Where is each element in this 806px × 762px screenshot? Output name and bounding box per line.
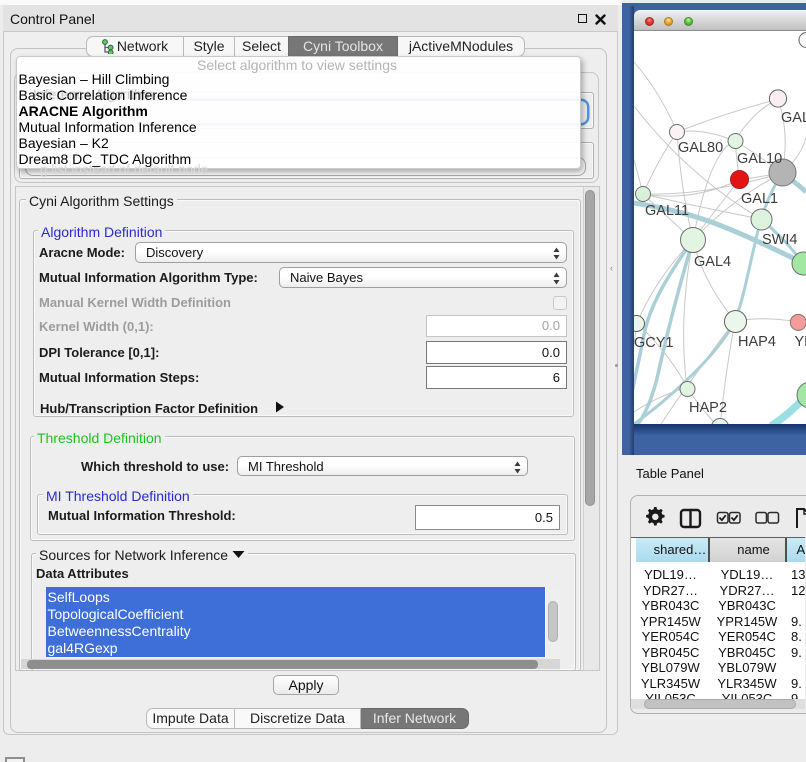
svg-text:GAL2: GAL2: [781, 110, 806, 126]
svg-text:GAL80: GAL80: [678, 140, 723, 156]
svg-text:GAL11: GAL11: [645, 203, 689, 219]
svg-text:GAL4: GAL4: [694, 254, 731, 270]
svg-text:GCY1: GCY1: [634, 335, 674, 351]
svg-text:HAP4: HAP4: [738, 334, 776, 350]
svg-text:GAL10: GAL10: [737, 151, 782, 167]
svg-text:GAL1: GAL1: [741, 191, 778, 207]
svg-text:HAP2: HAP2: [689, 400, 727, 416]
svg-text:YK: YK: [795, 334, 806, 350]
svg-text:SWI4: SWI4: [762, 232, 797, 248]
